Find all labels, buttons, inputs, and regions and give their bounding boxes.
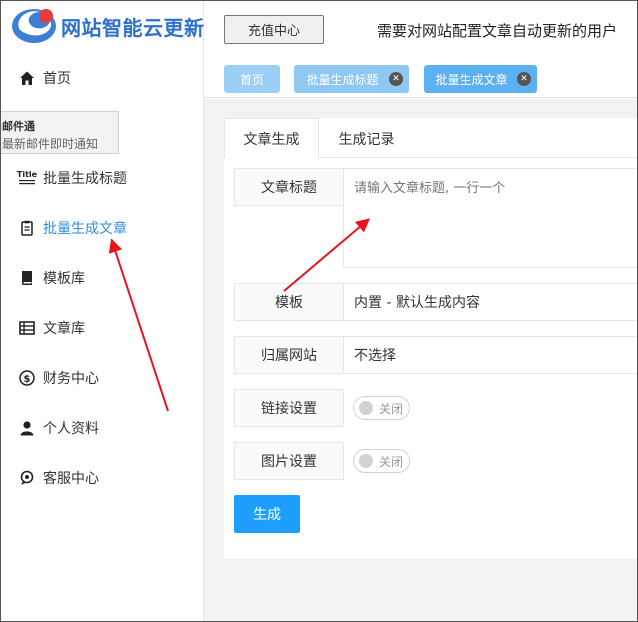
close-icon[interactable]: ✕	[517, 72, 531, 86]
support-icon	[18, 469, 36, 487]
title-icon: Title	[16, 169, 38, 187]
link-settings-toggle[interactable]: 关闭	[353, 396, 410, 420]
toggle-text: 关闭	[379, 402, 404, 416]
sidebar-item-template-library[interactable]: 模板库	[0, 258, 204, 298]
sidebar-item-label: 个人资料	[43, 421, 99, 437]
site-label: 归属网站	[234, 336, 344, 374]
tab-generation-records[interactable]: 生成记录	[319, 118, 414, 159]
sidebar-item-profile[interactable]: 个人资料	[0, 408, 204, 448]
toggle-text: 关闭	[379, 455, 404, 469]
title-icon-text: Title	[16, 170, 38, 179]
mail-notification-tooltip: 邮件通 最新邮件即时通知	[0, 111, 119, 154]
site-select[interactable]: 不选择	[343, 336, 638, 374]
brand-title: 网站智能云更新	[61, 16, 205, 40]
dollar-icon: $	[18, 369, 36, 387]
page-tab-batch-titles[interactable]: 批量生成标题 ✕	[294, 65, 409, 93]
sidebar-item-label: 批量生成文章	[43, 221, 127, 237]
top-notice-text: 需要对网站配置文章自动更新的用户	[377, 22, 618, 40]
article-title-textarea[interactable]	[343, 168, 638, 268]
toggle-knob	[359, 401, 373, 415]
book-icon	[18, 269, 36, 287]
sidebar-item-label: 首页	[43, 71, 71, 87]
template-select-value: 内置 - 默认生成内容	[354, 295, 480, 311]
sidebar-item-label: 批量生成标题	[43, 171, 127, 187]
card-tab-bar: 文章生成 生成记录	[224, 118, 638, 159]
top-bar: 充值中心 需要对网站配置文章自动更新的用户	[204, 0, 638, 52]
site-select-value: 不选择	[354, 348, 396, 364]
image-settings-label: 图片设置	[234, 442, 344, 480]
template-label: 模板	[234, 283, 344, 321]
article-title-label: 文章标题	[234, 168, 344, 206]
notification-text: 最新邮件即时通知	[2, 137, 99, 151]
generate-button[interactable]: 生成	[234, 495, 300, 533]
page-tab-home[interactable]: 首页	[224, 65, 280, 93]
main-content: 文章生成 生成记录 文章标题 模板 内置 - 默认生成内容 归属网站 不选择 链…	[204, 99, 638, 622]
page-tab-label: 首页	[239, 72, 264, 87]
page-tab-label: 批量生成标题	[306, 72, 379, 87]
sidebar-item-batch-titles[interactable]: Title 批量生成标题	[0, 158, 204, 198]
user-icon	[18, 419, 36, 437]
sidebar-item-label: 客服中心	[43, 471, 99, 487]
recharge-center-button[interactable]: 充值中心	[224, 15, 324, 44]
image-settings-toggle[interactable]: 关闭	[353, 449, 410, 473]
toggle-knob	[359, 454, 373, 468]
article-icon	[18, 219, 36, 237]
tab-article-generation[interactable]: 文章生成	[224, 118, 319, 159]
article-generation-card: 文章生成 生成记录 文章标题 模板 内置 - 默认生成内容 归属网站 不选择 链…	[224, 118, 638, 559]
link-settings-label: 链接设置	[234, 389, 344, 427]
sidebar-item-finance[interactable]: $ 财务中心	[0, 358, 204, 398]
page-tab-label: 批量生成文章	[435, 72, 508, 87]
page-tab-batch-articles[interactable]: 批量生成文章 ✕	[424, 65, 537, 93]
close-icon[interactable]: ✕	[389, 72, 403, 86]
sidebar-item-label: 财务中心	[43, 371, 99, 387]
home-icon	[18, 69, 36, 87]
template-select[interactable]: 内置 - 默认生成内容	[343, 283, 638, 321]
brand-logo[interactable]: 网站智能云更新	[4, 2, 204, 46]
sidebar-item-label: 文章库	[43, 321, 85, 337]
sidebar-item-home[interactable]: 首页	[0, 58, 204, 98]
cloud-logo-icon	[12, 9, 56, 43]
notification-title: 邮件通	[2, 120, 35, 133]
sidebar-item-batch-articles[interactable]: 批量生成文章	[0, 208, 204, 248]
sidebar-item-label: 模板库	[43, 271, 85, 287]
svg-text:$: $	[24, 374, 31, 385]
list-icon	[18, 319, 36, 337]
sidebar: 网站智能云更新 首页 Title 批量生成标题 批量生成文章 模板库 文章库 $…	[0, 0, 204, 622]
sidebar-item-article-library[interactable]: 文章库	[0, 308, 204, 348]
page-tab-strip: 首页 批量生成标题 ✕ 批量生成文章 ✕	[204, 52, 638, 98]
sidebar-item-support[interactable]: 客服中心	[0, 458, 204, 498]
